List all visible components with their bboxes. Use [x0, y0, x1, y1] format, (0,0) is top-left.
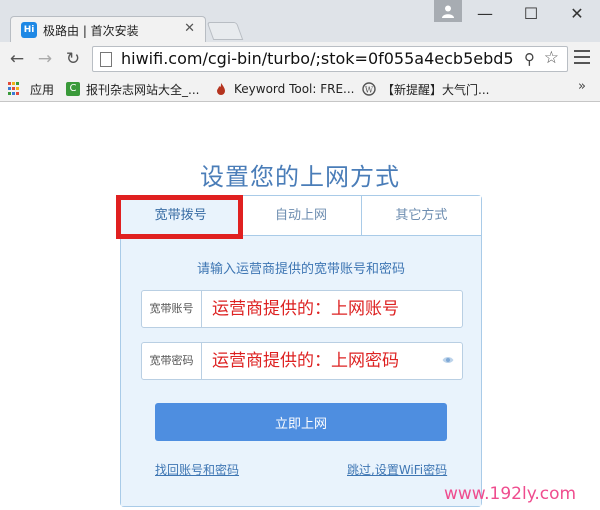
tab-close-icon[interactable]: ✕ [184, 21, 195, 36]
browser-tab[interactable]: Hi 极路由 | 首次安装 ✕ [10, 16, 206, 42]
menu-icon[interactable] [574, 50, 590, 66]
address-bar[interactable]: hiwifi.com/cgi-bin/turbo/;stok=0f055a4ec… [92, 46, 568, 72]
account-input[interactable] [204, 293, 440, 325]
bookmark-c-icon: C [66, 82, 80, 96]
recover-account-link[interactable]: 找回账号和密码 [155, 461, 239, 478]
page-title: 设置您的上网方式 [200, 163, 400, 191]
bookmark-reminder[interactable]: W 【新提醒】大气门... [362, 80, 489, 98]
user-icon [442, 5, 454, 18]
zoom-icon[interactable]: ⚲ [524, 50, 535, 68]
close-window-button[interactable]: ✕ [554, 0, 600, 28]
wordpress-icon: W [362, 82, 376, 96]
hiwifi-favicon-icon: Hi [21, 22, 37, 38]
bookmark-label: 应用 [30, 82, 55, 97]
password-label: 宽带密码 [142, 343, 202, 379]
connection-panel: 宽带拨号 自动上网 其它方式 请输入运营商提供的宽带账号和密码 宽带账号 宽带密… [120, 195, 482, 507]
password-input[interactable] [204, 345, 440, 377]
bookmark-label: 报刊杂志网站大全_... [86, 82, 200, 97]
bookmarks-bar: 应用 C 报刊杂志网站大全_... Keyword Tool: FRE... W… [0, 76, 600, 102]
instruction-text: 请输入运营商提供的宽带账号和密码 [196, 262, 405, 277]
browser-titlebar: Hi 极路由 | 首次安装 ✕ — ☐ ✕ [0, 0, 600, 42]
bookmark-magazines[interactable]: C 报刊杂志网站大全_... [66, 80, 199, 98]
tab-title: 极路由 | 首次安装 [43, 24, 139, 38]
bookmark-apps[interactable]: 应用 [8, 80, 54, 98]
highlight-annotation [116, 195, 243, 239]
back-button[interactable]: ← [6, 48, 28, 70]
maximize-button[interactable]: ☐ [508, 0, 554, 28]
svg-text:W: W [365, 86, 374, 95]
profile-button[interactable] [434, 0, 462, 22]
account-field: 宽带账号 [141, 290, 463, 328]
skip-setup-link[interactable]: 跳过,设置WiFi密码 [347, 461, 447, 478]
watermark: www.192ly.com [444, 484, 577, 504]
page-icon [100, 52, 112, 67]
account-label: 宽带账号 [142, 291, 202, 327]
url-text[interactable]: hiwifi.com/cgi-bin/turbo/;stok=0f055a4ec… [121, 49, 513, 68]
tab-other[interactable]: 其它方式 [360, 196, 481, 236]
bookmark-star-icon[interactable]: ☆ [544, 48, 559, 68]
minimize-button[interactable]: — [462, 0, 508, 28]
eye-icon[interactable] [442, 355, 454, 365]
bookmark-label: 【新提醒】大气门... [382, 82, 490, 97]
browser-toolbar: ← → ↻ hiwifi.com/cgi-bin/turbo/;stok=0f0… [0, 42, 600, 76]
bookmark-keyword-tool[interactable]: Keyword Tool: FRE... [214, 80, 355, 98]
apps-grid-icon [8, 82, 22, 96]
tab-dhcp[interactable]: 自动上网 [240, 196, 361, 236]
forward-button[interactable]: → [34, 48, 56, 70]
connect-button[interactable]: 立即上网 [155, 403, 447, 441]
password-field: 宽带密码 [141, 342, 463, 380]
flame-icon [217, 83, 225, 95]
reload-button[interactable]: ↻ [62, 48, 84, 70]
new-tab-button[interactable] [206, 22, 244, 40]
bookmark-label: Keyword Tool: FRE... [234, 82, 355, 96]
more-bookmarks-icon[interactable]: » [578, 79, 586, 94]
panel-body: 请输入运营商提供的宽带账号和密码 宽带账号 宽带密码 立即上网 找回账号和密码 … [121, 236, 481, 506]
